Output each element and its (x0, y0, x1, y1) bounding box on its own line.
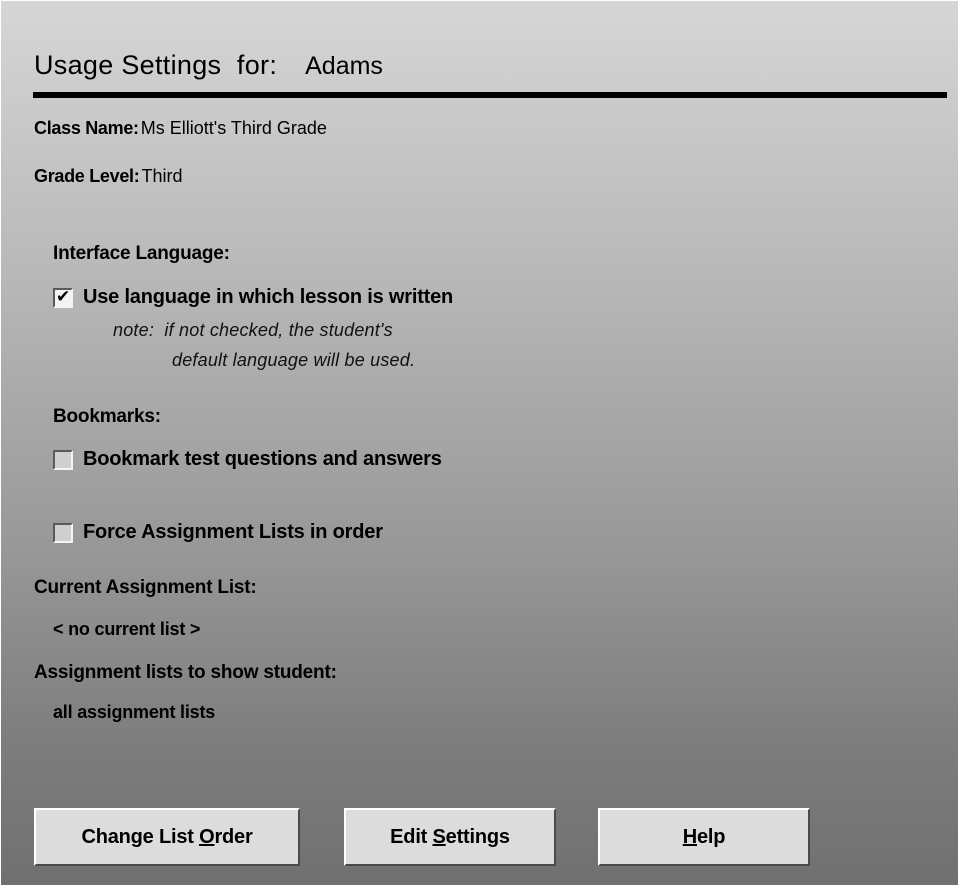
edit-settings-button[interactable]: Edit Settings (344, 808, 556, 866)
change-order-text-post: rder (214, 825, 253, 848)
lists-to-show-value: all assignment lists (53, 702, 216, 722)
class-name-value: Ms Elliott's Third Grade (140, 118, 327, 138)
student-name: Adams (305, 52, 383, 80)
checkmark-icon: ✔ (56, 286, 71, 306)
grade-level-value: Third (141, 166, 183, 186)
grade-level-label: Grade Level: (34, 166, 140, 186)
bookmark-test-checkbox[interactable] (53, 449, 73, 470)
bookmark-test-option[interactable]: Bookmark test questions and answers (53, 448, 442, 471)
class-name-row: Class Name: Ms Elliott's Third Grade (34, 118, 327, 139)
change-order-mnemonic: O (199, 825, 215, 848)
class-name-label: Class Name: (34, 118, 139, 138)
use-lesson-language-option[interactable]: ✔ Use language in which lesson is writte… (53, 286, 453, 309)
edit-settings-mnemonic: S (432, 825, 446, 848)
force-order-checkbox[interactable] (53, 522, 73, 543)
use-lesson-language-checkbox[interactable]: ✔ (53, 286, 73, 308)
change-list-order-button[interactable]: Change List Order (34, 808, 300, 866)
help-text-post: elp (696, 825, 726, 848)
edit-settings-text-pre: Edit (390, 825, 433, 848)
change-order-text-pre: Change List (81, 825, 200, 848)
grade-level-row: Grade Level: Third (34, 166, 182, 187)
current-list-value: < no current list > (53, 619, 201, 639)
title-divider (33, 92, 947, 98)
current-list-label: Current Assignment List: (34, 577, 257, 598)
language-note-line1: note: if not checked, the student's (113, 320, 393, 340)
usage-settings-panel: Usage Settings for: Adams Class Name: Ms… (0, 0, 958, 885)
force-order-label[interactable]: Force Assignment Lists in order (83, 521, 383, 544)
title-row: Usage Settings for: Adams (34, 50, 383, 81)
page-title: Usage Settings for: (34, 50, 278, 80)
force-order-option[interactable]: Force Assignment Lists in order (53, 521, 383, 544)
interface-language-heading: Interface Language: (53, 243, 230, 264)
edit-settings-text-post: ettings (445, 825, 510, 848)
language-note-line2: default language will be used. (172, 350, 416, 370)
help-mnemonic: H (682, 825, 697, 848)
lists-to-show-label: Assignment lists to show student: (34, 662, 337, 683)
help-button[interactable]: Help (598, 808, 810, 866)
bookmarks-heading: Bookmarks: (53, 406, 161, 427)
bookmark-test-label[interactable]: Bookmark test questions and answers (83, 448, 442, 471)
use-lesson-language-label[interactable]: Use language in which lesson is written (83, 286, 453, 309)
